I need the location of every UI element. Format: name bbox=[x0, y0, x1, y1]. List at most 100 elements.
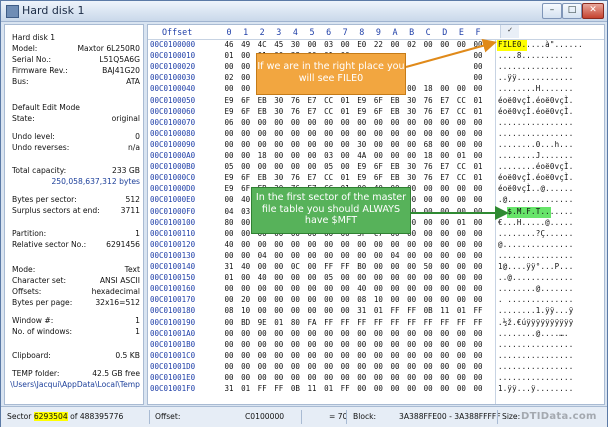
hex-byte[interactable]: 00 bbox=[471, 240, 485, 249]
hex-byte[interactable]: 45 bbox=[272, 40, 286, 49]
hex-byte[interactable]: FF bbox=[471, 306, 485, 315]
hex-byte[interactable]: 00 bbox=[405, 251, 419, 260]
hex-byte[interactable]: 00 bbox=[471, 207, 485, 216]
hex-byte[interactable]: 31 bbox=[222, 384, 236, 393]
hex-byte[interactable]: 00 bbox=[405, 384, 419, 393]
ascii-text[interactable]: ........@....... bbox=[498, 284, 573, 293]
hex-byte[interactable]: 6F bbox=[239, 107, 253, 116]
hex-byte[interactable]: 00 bbox=[272, 306, 286, 315]
hex-byte[interactable]: 00 bbox=[388, 118, 402, 127]
hex-byte[interactable]: 00 bbox=[322, 118, 336, 127]
hex-byte[interactable]: 00 bbox=[222, 329, 236, 338]
hex-byte[interactable]: 00 bbox=[255, 162, 269, 171]
minimize-button[interactable]: – bbox=[542, 3, 562, 19]
hex-byte[interactable]: 00 bbox=[471, 329, 485, 338]
hex-byte[interactable]: 00 bbox=[405, 351, 419, 360]
ascii-text[interactable]: ................ bbox=[498, 129, 573, 138]
hex-byte[interactable]: 00 bbox=[388, 262, 402, 271]
hex-byte[interactable]: 00 bbox=[272, 284, 286, 293]
hex-byte[interactable]: 00 bbox=[288, 240, 302, 249]
hex-byte[interactable]: 00 bbox=[355, 362, 369, 371]
hex-byte[interactable]: 00 bbox=[388, 240, 402, 249]
hex-byte[interactable]: 00 bbox=[421, 207, 435, 216]
hex-byte[interactable]: 00 bbox=[239, 340, 253, 349]
hex-byte[interactable]: 00 bbox=[388, 362, 402, 371]
hex-byte[interactable]: 00 bbox=[371, 129, 385, 138]
hex-byte[interactable]: 9E bbox=[255, 318, 269, 327]
close-button[interactable]: ✕ bbox=[582, 3, 604, 19]
hex-row[interactable]: 00C01000A0 00 00 18 00 00 00 03 00 4A 00 00 00 18 00 01… bbox=[148, 151, 604, 162]
hex-byte[interactable]: 00 bbox=[305, 340, 319, 349]
hex-byte[interactable]: 00 bbox=[355, 340, 369, 349]
hex-byte[interactable]: 00 bbox=[421, 240, 435, 249]
hex-byte[interactable]: 00 bbox=[421, 195, 435, 204]
hex-byte[interactable]: E9 bbox=[222, 184, 236, 193]
hex-byte[interactable]: 00 bbox=[421, 340, 435, 349]
hex-byte[interactable]: FF bbox=[454, 318, 468, 327]
hex-byte[interactable]: 00 bbox=[471, 151, 485, 160]
hex-byte[interactable]: 00 bbox=[239, 251, 253, 260]
ascii-text[interactable]: ................ bbox=[498, 362, 573, 371]
hex-byte[interactable]: 00 bbox=[405, 340, 419, 349]
hex-byte[interactable]: CC bbox=[454, 173, 468, 182]
hex-byte[interactable]: 00 bbox=[438, 384, 452, 393]
hex-byte[interactable]: 00 bbox=[255, 362, 269, 371]
hex-byte[interactable]: 08 bbox=[355, 295, 369, 304]
hex-byte[interactable]: 00 bbox=[388, 384, 402, 393]
hex-row[interactable]: 00C0100180 08 10 00 00 00 00 00 00 31 01 FF FF 0B 11 01… bbox=[148, 306, 604, 317]
hex-byte[interactable]: 01 bbox=[471, 173, 485, 182]
hex-byte[interactable]: 00 bbox=[471, 40, 485, 49]
hex-byte[interactable]: 00 bbox=[421, 218, 435, 227]
hex-byte[interactable]: 30 bbox=[272, 173, 286, 182]
hex-byte[interactable]: 00 bbox=[405, 118, 419, 127]
hex-byte[interactable]: 0C bbox=[288, 262, 302, 271]
hex-byte[interactable]: 30 bbox=[288, 40, 302, 49]
hex-byte[interactable]: 00 bbox=[255, 262, 269, 271]
hex-byte[interactable]: 00 bbox=[288, 340, 302, 349]
hex-byte[interactable]: 00 bbox=[454, 207, 468, 216]
ascii-text[interactable]: @............... bbox=[498, 240, 573, 249]
hex-byte[interactable]: 00 bbox=[355, 351, 369, 360]
hex-byte[interactable]: 40 bbox=[255, 273, 269, 282]
hex-byte[interactable]: 00 bbox=[405, 262, 419, 271]
hex-byte[interactable]: 06 bbox=[222, 118, 236, 127]
hex-byte[interactable]: 00 bbox=[454, 84, 468, 93]
block-value[interactable]: 3A388FFE00 - 3A388FFFFF bbox=[399, 407, 501, 427]
hex-byte[interactable]: 00 bbox=[239, 284, 253, 293]
hex-byte[interactable]: 00 bbox=[338, 162, 352, 171]
ascii-text[interactable]: éoë0vçÌ.éoë0vçÌ. bbox=[498, 107, 573, 116]
hex-byte[interactable]: 00 bbox=[471, 51, 485, 60]
hex-byte[interactable]: 00 bbox=[305, 362, 319, 371]
hex-byte[interactable]: E9 bbox=[222, 173, 236, 182]
hex-byte[interactable]: 00 bbox=[405, 295, 419, 304]
hex-byte[interactable]: 00 bbox=[421, 362, 435, 371]
hex-byte[interactable]: 00 bbox=[471, 262, 485, 271]
hex-byte[interactable]: 00 bbox=[305, 306, 319, 315]
hex-byte[interactable]: 00 bbox=[222, 195, 236, 204]
hex-byte[interactable]: E7 bbox=[438, 162, 452, 171]
hex-byte[interactable]: 00 bbox=[471, 195, 485, 204]
hex-byte[interactable]: 00 bbox=[222, 151, 236, 160]
hex-byte[interactable]: 00 bbox=[471, 373, 485, 382]
hex-byte[interactable]: 6F bbox=[371, 162, 385, 171]
hex-byte[interactable]: 05 bbox=[222, 162, 236, 171]
hex-byte[interactable]: 00 bbox=[338, 240, 352, 249]
hex-byte[interactable]: 00 bbox=[438, 140, 452, 149]
ascii-text[interactable]: éoë0vçÌ.éoë0vçÌ. bbox=[498, 173, 573, 182]
hex-byte[interactable]: 00 bbox=[454, 284, 468, 293]
hex-byte[interactable]: 01 bbox=[454, 218, 468, 227]
hex-byte[interactable]: 76 bbox=[288, 107, 302, 116]
hex-byte[interactable]: 00 bbox=[405, 273, 419, 282]
hex-byte[interactable]: FA bbox=[305, 318, 319, 327]
ascii-text[interactable]: ................ bbox=[498, 251, 573, 260]
hex-byte[interactable]: FF bbox=[388, 306, 402, 315]
hex-byte[interactable]: 76 bbox=[288, 96, 302, 105]
hex-byte[interactable]: 00 bbox=[471, 284, 485, 293]
hex-byte[interactable]: 00 bbox=[322, 351, 336, 360]
hex-byte[interactable]: 00 bbox=[421, 184, 435, 193]
hex-byte[interactable]: CC bbox=[322, 173, 336, 182]
hex-byte[interactable]: E9 bbox=[355, 107, 369, 116]
hex-byte[interactable]: 00 bbox=[288, 140, 302, 149]
hex-byte[interactable]: BD bbox=[239, 318, 253, 327]
hex-byte[interactable]: FF bbox=[338, 262, 352, 271]
